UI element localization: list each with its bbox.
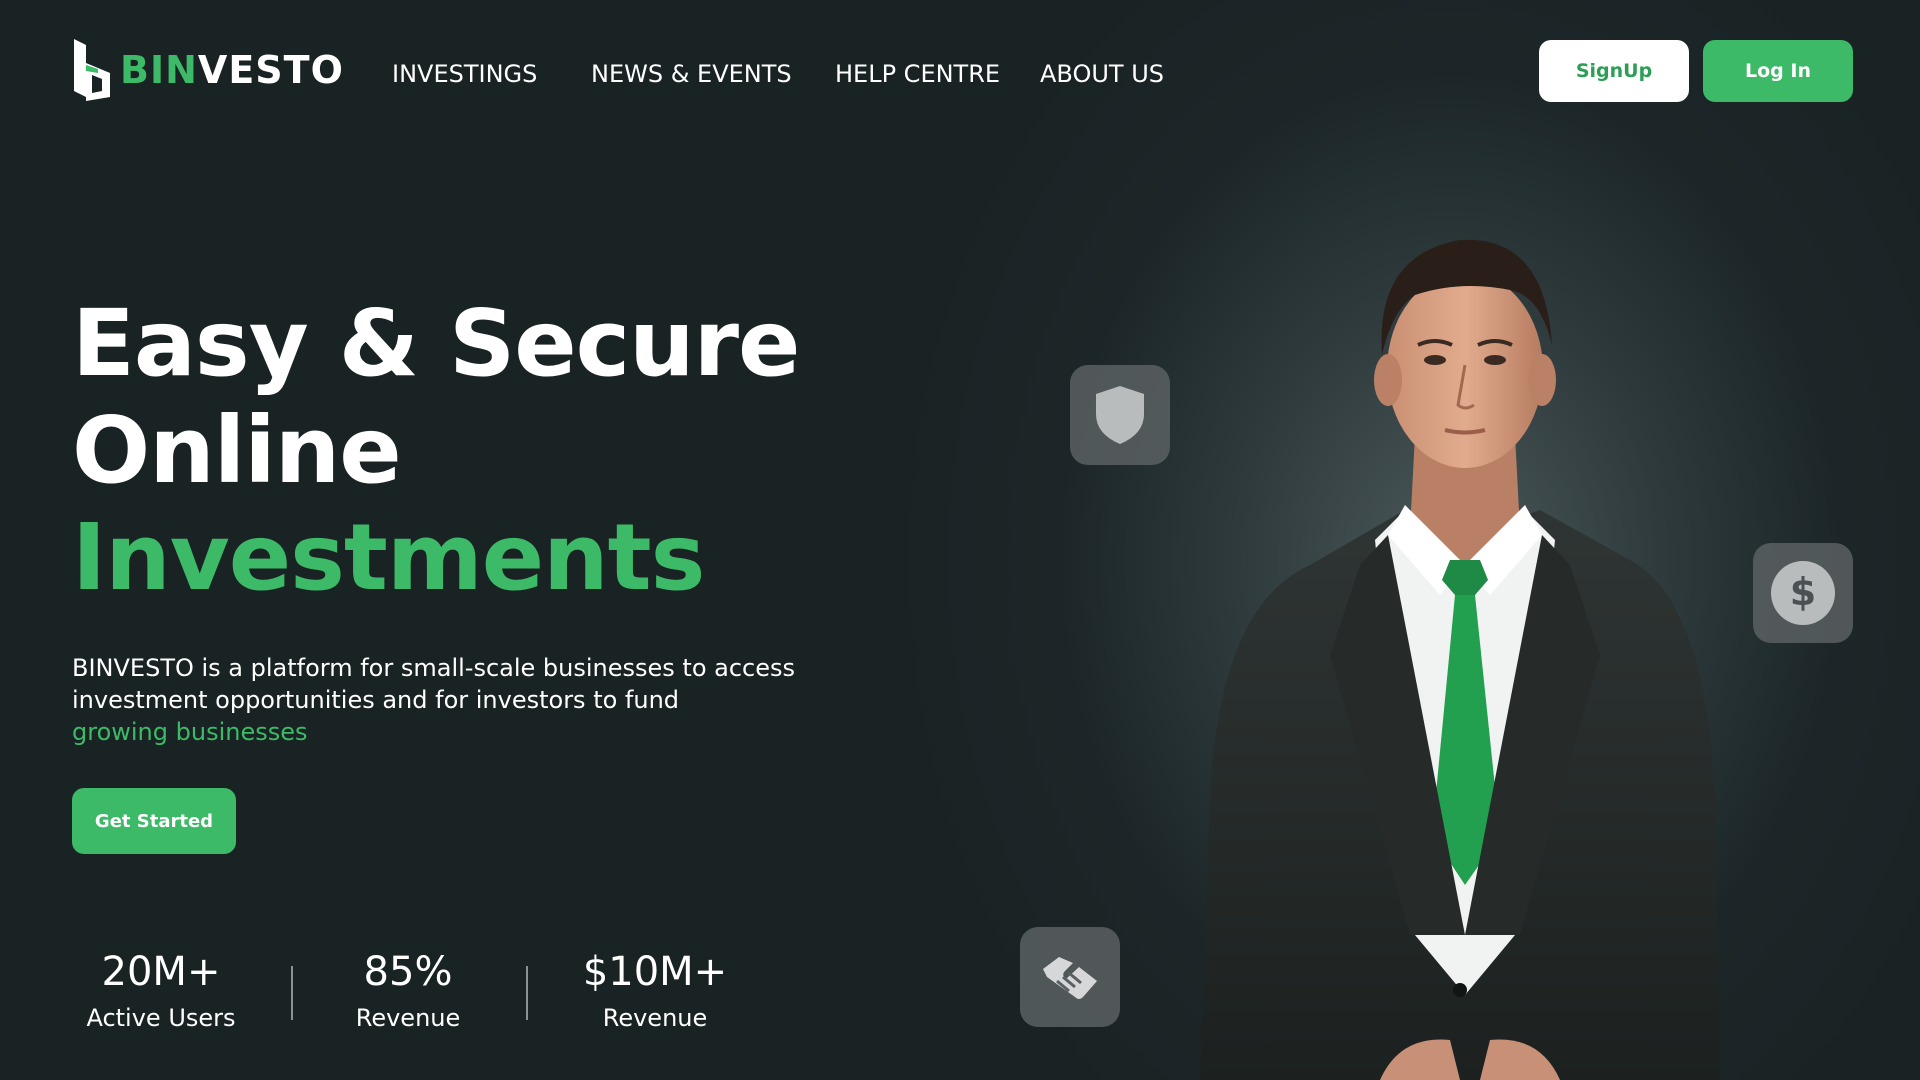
hero-description: BINVESTO is a platform for small-scale b…	[72, 652, 832, 748]
stat-label: Active Users	[86, 1004, 236, 1032]
nav-item-news-events[interactable]: NEWS & EVENTS	[591, 60, 792, 88]
hero-description-text: BINVESTO is a platform for small-scale b…	[72, 654, 796, 714]
hero-description-highlight: growing businesses	[72, 718, 308, 746]
get-started-button[interactable]: Get Started	[72, 788, 236, 854]
hero-title-line-1: Easy & Secure	[72, 290, 800, 397]
landing-page: BINVESTO INVESTINGS NEWS & EVENTS HELP C…	[0, 0, 1920, 1080]
hero-person-image	[1200, 239, 1720, 1080]
svg-text:$: $	[1790, 570, 1816, 614]
dollar-tile: $	[1753, 543, 1853, 643]
stat-label: Revenue	[602, 1004, 708, 1032]
dollar-icon: $	[1771, 561, 1835, 625]
stat-value: $10M+	[582, 949, 728, 995]
hero-title: Easy & Secure Online Investments	[72, 290, 800, 611]
stat-divider	[291, 966, 293, 1020]
signup-button[interactable]: SignUp	[1539, 40, 1689, 102]
stat-revenue-percent: 85% Revenue	[340, 948, 476, 1034]
stat-value: 20M+	[101, 949, 221, 995]
hero-title-line-2: Online	[72, 397, 402, 504]
nav-item-investings[interactable]: INVESTINGS	[392, 60, 537, 88]
nav-item-help-centre[interactable]: HELP CENTRE	[835, 60, 1000, 88]
brand-name-suffix: VESTO	[197, 48, 344, 92]
brand-name: BINVESTO	[120, 48, 344, 92]
login-button[interactable]: Log In	[1703, 40, 1853, 102]
stat-active-users: 20M+ Active Users	[72, 948, 250, 1034]
stat-value: 85%	[363, 949, 453, 995]
stat-label: Revenue	[355, 1004, 461, 1032]
brand-name-prefix: BIN	[120, 48, 198, 92]
shield-icon	[1096, 386, 1144, 444]
logo-mark-icon	[74, 39, 110, 101]
handshake-tile	[1020, 927, 1120, 1027]
hero-title-line-3: Investments	[72, 504, 705, 611]
stat-revenue-amount: $10M+ Revenue	[582, 948, 728, 1034]
stat-divider	[526, 966, 528, 1020]
nav-item-about-us[interactable]: ABOUT US	[1040, 60, 1164, 88]
brand-logo[interactable]: BINVESTO	[72, 38, 344, 102]
handshake-icon	[1043, 957, 1097, 999]
shield-tile	[1070, 365, 1170, 465]
